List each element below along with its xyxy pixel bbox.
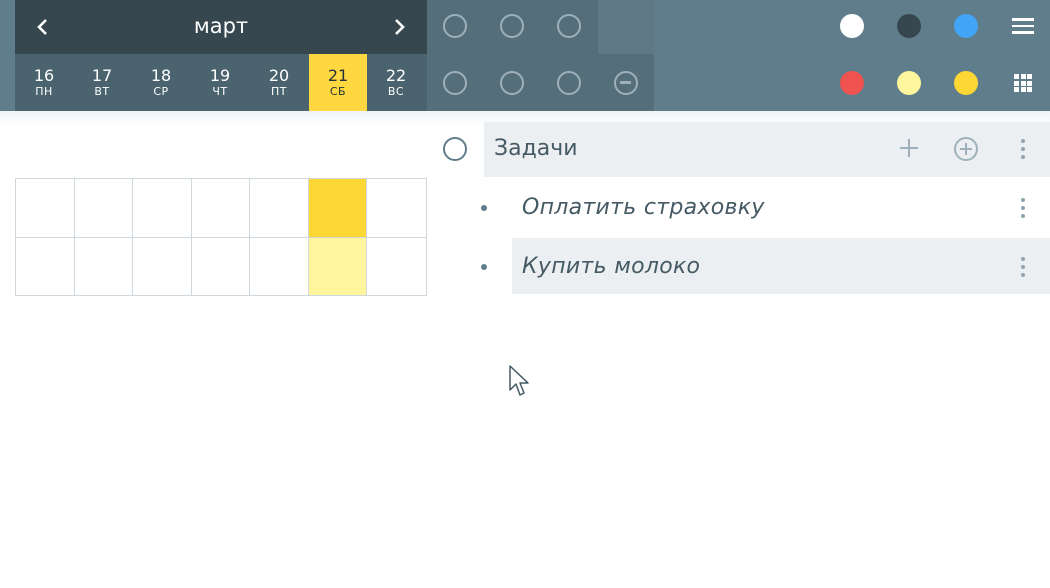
color-dark-swatch[interactable] — [897, 14, 921, 38]
month-navigator: март — [15, 0, 427, 54]
day-of-week: ПТ — [271, 85, 287, 98]
minus-circle-icon[interactable] — [614, 71, 638, 95]
task-text[interactable]: Оплатить страховку — [522, 195, 765, 221]
grid-cell-highlighted[interactable] — [309, 179, 367, 238]
color-light-yellow-swatch[interactable] — [897, 71, 921, 95]
day-number: 16 — [33, 66, 55, 85]
grid-cell[interactable] — [75, 179, 133, 238]
mouse-cursor-icon — [509, 365, 529, 396]
color-yellow-swatch[interactable] — [954, 71, 978, 95]
day-of-week: СР — [153, 85, 169, 98]
day-of-week: ВТ — [94, 85, 110, 98]
task-more-vert-icon[interactable] — [1020, 257, 1026, 277]
day-of-week: СБ — [329, 85, 347, 98]
bullet-icon — [481, 264, 487, 270]
color-white-swatch[interactable] — [840, 14, 864, 38]
grid-cell[interactable] — [367, 179, 426, 238]
day-of-week: ЧТ — [212, 85, 228, 98]
color-blue-swatch[interactable] — [954, 14, 978, 38]
week-days-bar: 16 ПН 17 ВТ 18 СР 19 ЧТ 20 ПТ 21 СБ 22 ВС — [15, 54, 427, 111]
day-number: 22 — [385, 66, 407, 85]
grid-cell[interactable] — [250, 238, 309, 295]
task-text[interactable]: Купить молоко — [522, 254, 700, 280]
month-label: март — [193, 14, 249, 38]
top-toolbar: март 16 ПН 17 ВТ 18 СР 19 ЧТ 20 ПТ 21 СБ 22 ВС — [0, 0, 1050, 111]
add-subtask-circle-plus-icon[interactable] — [954, 137, 978, 161]
day-number: 20 — [268, 66, 290, 85]
apps-grid-icon[interactable] — [1014, 74, 1032, 92]
grid-cell[interactable] — [192, 179, 250, 238]
day-number: 17 — [91, 66, 113, 85]
day-of-week: ВС — [387, 85, 405, 98]
bullet-icon — [481, 205, 487, 211]
grid-cell[interactable] — [367, 238, 426, 295]
status-circle-icon[interactable] — [557, 14, 581, 38]
day-20[interactable]: 20 ПТ — [250, 54, 308, 111]
grid-cell[interactable] — [133, 179, 192, 238]
remove-panel — [598, 0, 654, 111]
status-circle-icon[interactable] — [443, 71, 467, 95]
status-circle-icon[interactable] — [557, 71, 581, 95]
day-number: 19 — [209, 66, 231, 85]
prev-month-button[interactable] — [15, 0, 71, 54]
status-circles-panel — [427, 0, 598, 111]
day-19[interactable]: 19 ЧТ — [191, 54, 249, 111]
grid-cell[interactable] — [250, 179, 309, 238]
status-circle-icon[interactable] — [500, 71, 524, 95]
next-month-button[interactable] — [371, 0, 427, 54]
header-more-vert-icon[interactable] — [1020, 139, 1026, 159]
day-18[interactable]: 18 СР — [132, 54, 190, 111]
day-17[interactable]: 17 ВТ — [73, 54, 131, 111]
grid-cell[interactable] — [16, 179, 75, 238]
grid-cell[interactable] — [75, 238, 133, 295]
add-task-plus-icon[interactable] — [900, 139, 918, 157]
chevron-left-icon — [37, 19, 47, 35]
grid-cell[interactable] — [16, 238, 75, 295]
week-heatmap-grid — [15, 178, 427, 296]
grid-cell[interactable] — [133, 238, 192, 295]
hamburger-menu-icon[interactable] — [1012, 18, 1034, 34]
status-circle-icon[interactable] — [443, 14, 467, 38]
day-21-selected[interactable]: 21 СБ — [309, 54, 367, 111]
status-circle-icon[interactable] — [500, 14, 524, 38]
day-of-week: ПН — [35, 85, 53, 98]
chevron-right-icon — [395, 19, 405, 35]
color-red-swatch[interactable] — [840, 71, 864, 95]
task-list-title: Задачи — [494, 136, 578, 161]
grid-cell[interactable] — [192, 238, 250, 295]
day-number: 21 — [327, 66, 349, 85]
task-more-vert-icon[interactable] — [1020, 198, 1026, 218]
grid-cell-highlighted[interactable] — [309, 238, 367, 295]
day-22[interactable]: 22 ВС — [367, 54, 425, 111]
day-number: 18 — [150, 66, 172, 85]
task-list-toggle-circle-icon[interactable] — [443, 137, 467, 161]
day-16[interactable]: 16 ПН — [15, 54, 73, 111]
